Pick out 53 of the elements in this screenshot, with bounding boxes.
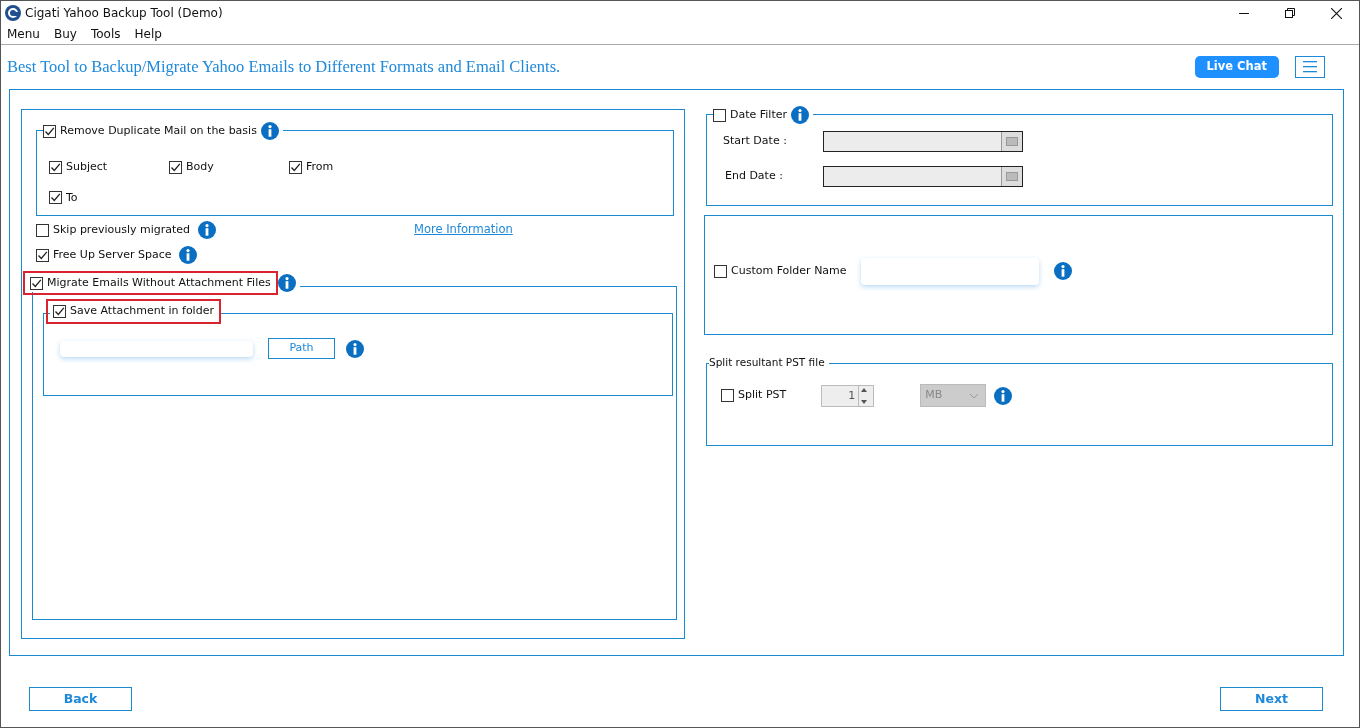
path-field[interactable] — [60, 340, 253, 357]
menu-item[interactable]: Help — [134, 25, 162, 44]
checkbox-label[interactable]: From — [306, 159, 334, 176]
info-icon — [1053, 262, 1072, 280]
checkbox[interactable] — [169, 160, 182, 174]
checkbox[interactable] — [721, 389, 734, 402]
checkbox-label[interactable]: Remove Duplicate Mail on the basis — [60, 122, 257, 140]
field-label: End Date : — [724, 168, 784, 185]
checkbox[interactable] — [53, 304, 66, 318]
folder-name-field[interactable] — [860, 257, 1039, 285]
checkbox-label[interactable]: Save Attachment in folder — [70, 303, 214, 320]
info-icon — [346, 339, 364, 358]
menu-icon — [1303, 61, 1317, 73]
page-heading: Best Tool to Backup/Migrate Yahoo Emails to Different Formats and Email Clients. — [7, 55, 561, 78]
back-button[interactable]: Back — [29, 687, 132, 711]
start-date-field[interactable] — [823, 131, 1023, 152]
checkbox-label[interactable]: Free Up Server Space — [53, 246, 172, 264]
restore-icon[interactable] — [1285, 8, 1295, 18]
menu-item[interactable]: Menu — [7, 25, 40, 44]
next-button[interactable]: Next — [1220, 687, 1323, 711]
checkbox[interactable] — [713, 108, 726, 122]
info-icon — [179, 246, 198, 264]
checkbox[interactable] — [36, 248, 49, 262]
chevron-down-icon — [969, 392, 980, 399]
info-icon — [994, 386, 1013, 405]
path-button[interactable]: Path — [268, 338, 335, 359]
window-title: Cigati Yahoo Backup Tool (Demo) — [25, 5, 223, 22]
menu-item[interactable]: Tools — [90, 25, 121, 44]
close-icon[interactable] — [1330, 7, 1342, 19]
split-count-field[interactable]: 1 — [821, 384, 875, 407]
group-title: Split resultant PST file — [709, 355, 825, 370]
more-information-link[interactable]: More Information — [414, 221, 513, 239]
checkbox[interactable] — [43, 124, 56, 138]
checkbox-label[interactable]: Skip previously migrated — [53, 221, 191, 239]
checkbox-label[interactable]: Custom Folder Name — [731, 262, 847, 280]
menu-button[interactable] — [1295, 56, 1325, 78]
checkbox[interactable] — [49, 160, 62, 174]
field-label: Start Date : — [723, 133, 788, 150]
menu-item[interactable]: Buy — [53, 25, 77, 44]
checkbox-label[interactable]: To — [66, 189, 78, 206]
app-logo-icon — [5, 5, 21, 21]
checkbox-label[interactable]: Split PST — [738, 387, 787, 404]
checkbox[interactable] — [36, 223, 49, 237]
checkbox-label[interactable]: Subject — [66, 159, 108, 176]
calendar-icon — [1006, 172, 1018, 181]
calendar-icon — [1006, 137, 1018, 146]
info-icon — [198, 221, 217, 239]
checkbox[interactable] — [30, 276, 43, 290]
checkbox[interactable] — [289, 160, 302, 174]
checkbox-label[interactable]: Body — [186, 159, 214, 176]
checkbox[interactable] — [714, 264, 727, 278]
end-date-field[interactable] — [823, 166, 1023, 187]
checkbox[interactable] — [49, 191, 62, 205]
